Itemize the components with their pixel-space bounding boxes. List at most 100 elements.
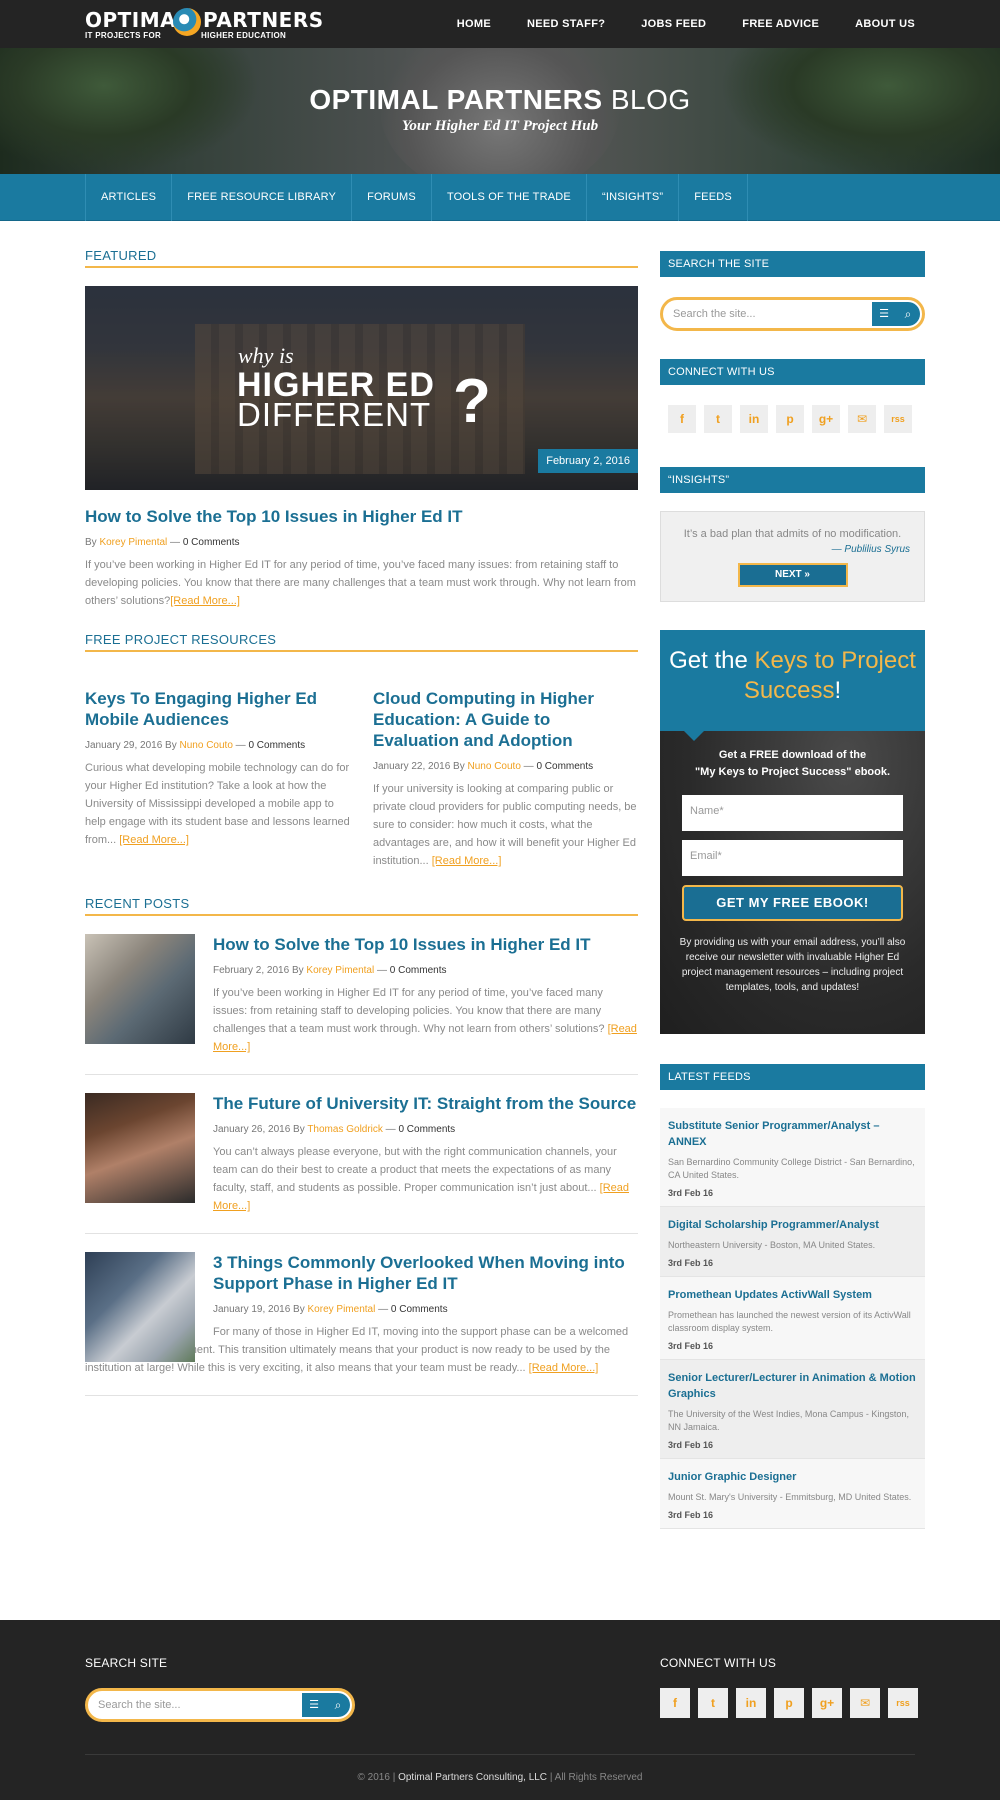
subnav-insights[interactable]: “INSIGHTS” bbox=[587, 174, 680, 221]
recent-post-thumbnail[interactable] bbox=[85, 1093, 195, 1203]
pinterest-icon[interactable]: p bbox=[776, 405, 804, 433]
post-author-link[interactable]: Korey Pimental bbox=[99, 537, 167, 548]
post-author-link[interactable]: Korey Pimental bbox=[308, 1304, 376, 1315]
featured-post-meta: By Korey Pimental — 0 Comments bbox=[85, 537, 638, 548]
meta-date: February 2, 2016 bbox=[213, 965, 290, 976]
recent-post: 3 Things Commonly Overlooked When Moving… bbox=[85, 1252, 638, 1396]
post-comments-link[interactable]: 0 Comments bbox=[248, 740, 305, 751]
read-more-link[interactable]: [Read More...] bbox=[170, 595, 240, 607]
resource-title[interactable]: Cloud Computing in Higher Education: A G… bbox=[373, 688, 638, 751]
resource-meta: January 29, 2016 By Nuno Couto — 0 Comme… bbox=[85, 740, 350, 751]
blog-tagline: Your Higher Ed IT Project Hub bbox=[401, 118, 599, 134]
search-icon[interactable]: ⌕ bbox=[896, 302, 920, 326]
featured-image-question-mark: ? bbox=[453, 367, 491, 436]
rss-icon[interactable]: rss bbox=[884, 405, 912, 433]
meta-date: January 22, 2016 bbox=[373, 761, 451, 772]
company-link[interactable]: Optimal Partners Consulting, LLC bbox=[398, 1772, 547, 1783]
search-icon[interactable]: ⌕ bbox=[326, 1693, 350, 1717]
sidebar-search-input[interactable]: Search the site... ☰ ⌕ bbox=[660, 297, 925, 331]
email-icon[interactable]: ✉ bbox=[848, 405, 876, 433]
logo-sub-2: HIGHER EDUCATION bbox=[201, 31, 287, 40]
post-comments-link[interactable]: 0 Comments bbox=[398, 1124, 455, 1135]
blog-title: OPTIMAL PARTNERS BLOG bbox=[0, 84, 1000, 116]
recent-post-title[interactable]: The Future of University IT: Straight fr… bbox=[213, 1093, 638, 1114]
recent-post-thumbnail[interactable] bbox=[85, 1252, 195, 1362]
facebook-icon[interactable]: f bbox=[668, 405, 696, 433]
recent-post-meta: January 26, 2016 By Thomas Goldrick — 0 … bbox=[213, 1124, 638, 1135]
google-plus-icon[interactable]: g+ bbox=[812, 405, 840, 433]
logo-sub-1: IT PROJECTS FOR bbox=[85, 31, 162, 40]
latest-feeds-heading: LATEST FEEDS bbox=[660, 1064, 925, 1090]
nav-home[interactable]: HOME bbox=[457, 0, 491, 48]
footer-divider bbox=[85, 1754, 915, 1755]
featured-image-text-3: DIFFERENT bbox=[237, 396, 432, 433]
nav-jobs-feed[interactable]: JOBS FEED bbox=[641, 0, 706, 48]
feed-item-title[interactable]: Substitute Senior Programmer/Analyst – A… bbox=[668, 1118, 917, 1150]
email-icon[interactable]: ✉ bbox=[850, 1688, 880, 1718]
main-nav: HOME NEED STAFF? JOBS FEED FREE ADVICE A… bbox=[421, 0, 915, 48]
meta-date: January 26, 2016 bbox=[213, 1124, 291, 1135]
feed-item-date: 3rd Feb 16 bbox=[668, 1510, 714, 1520]
linkedin-icon[interactable]: in bbox=[736, 1688, 766, 1718]
post-comments-link[interactable]: 0 Comments bbox=[391, 1304, 448, 1315]
promo-name-input[interactable]: Name* bbox=[682, 795, 903, 831]
subnav-forums[interactable]: FORUMS bbox=[352, 174, 432, 221]
read-more-link[interactable]: [Read More...] bbox=[119, 834, 189, 846]
read-more-link[interactable]: [Read More...] bbox=[529, 1362, 599, 1374]
promo-text-line-2: "My Keys to Project Success" ebook. bbox=[694, 766, 891, 778]
feed-item-title[interactable]: Senior Lecturer/Lecturer in Animation & … bbox=[668, 1370, 917, 1402]
get-ebook-button[interactable]: GET MY FREE EBOOK! bbox=[682, 885, 903, 921]
resources-grid: Keys To Engaging Higher Ed Mobile Audien… bbox=[85, 688, 638, 870]
pinterest-icon[interactable]: p bbox=[774, 1688, 804, 1718]
post-author-link[interactable]: Thomas Goldrick bbox=[307, 1124, 383, 1135]
featured-post-title[interactable]: How to Solve the Top 10 Issues in Higher… bbox=[85, 506, 638, 527]
meta-sep: — bbox=[167, 537, 183, 548]
post-author-link[interactable]: Nuno Couto bbox=[468, 761, 521, 772]
linkedin-icon[interactable]: in bbox=[740, 405, 768, 433]
featured-image[interactable]: why is HIGHER ED DIFFERENT ? February 2,… bbox=[85, 286, 638, 490]
google-plus-icon[interactable]: g+ bbox=[812, 1688, 842, 1718]
insight-quote: It’s a bad plan that admits of no modifi… bbox=[683, 528, 902, 540]
resource-title[interactable]: Keys To Engaging Higher Ed Mobile Audien… bbox=[85, 688, 350, 730]
twitter-icon[interactable]: t bbox=[698, 1688, 728, 1718]
sidebar-social-icons: f t in p g+ ✉ rss bbox=[660, 405, 925, 433]
search-options-icon[interactable]: ☰ bbox=[302, 1693, 326, 1717]
footer-search-heading: SEARCH SITE bbox=[85, 1656, 168, 1670]
post-comments-link[interactable]: 0 Comments bbox=[390, 965, 447, 976]
promo-email-input[interactable]: Email* bbox=[682, 840, 903, 876]
nav-need-staff[interactable]: NEED STAFF? bbox=[527, 0, 605, 48]
feed-item-title[interactable]: Promethean Updates ActivWall System bbox=[668, 1287, 917, 1303]
featured-post-excerpt: If you’ve been working in Higher Ed IT f… bbox=[85, 556, 638, 610]
resource-excerpt: Curious what developing mobile technolog… bbox=[85, 759, 350, 849]
nav-about-us[interactable]: ABOUT US bbox=[855, 0, 915, 48]
next-quote-button[interactable]: NEXT » bbox=[737, 563, 848, 587]
subnav-feeds[interactable]: FEEDS bbox=[679, 174, 748, 221]
subnav-articles[interactable]: ARTICLES bbox=[86, 174, 173, 221]
post-comments-link[interactable]: 0 Comments bbox=[183, 537, 240, 548]
logo-mark-icon bbox=[173, 8, 201, 36]
post-author-link[interactable]: Nuno Couto bbox=[180, 740, 233, 751]
twitter-icon[interactable]: t bbox=[704, 405, 732, 433]
site-logo[interactable]: OPTIMAL PARTNERS IT PROJECTS FOR HIGHER … bbox=[85, 6, 323, 42]
feed-item-desc: San Bernardino Community College Distric… bbox=[668, 1157, 915, 1180]
promo-text-line-1: Get a FREE download of the bbox=[718, 749, 867, 761]
recent-posts-heading: RECENT POSTS bbox=[85, 896, 638, 916]
resource-card: Keys To Engaging Higher Ed Mobile Audien… bbox=[85, 688, 350, 870]
nav-free-advice[interactable]: FREE ADVICE bbox=[742, 0, 819, 48]
feed-item-title[interactable]: Digital Scholarship Programmer/Analyst bbox=[668, 1217, 917, 1233]
facebook-icon[interactable]: f bbox=[660, 1688, 690, 1718]
featured-date-badge: February 2, 2016 bbox=[538, 449, 638, 473]
search-options-icon[interactable]: ☰ bbox=[872, 302, 896, 326]
footer-search-input[interactable]: Search the site... ☰ ⌕ bbox=[85, 1688, 355, 1722]
read-more-link[interactable]: [Read More...] bbox=[432, 855, 502, 867]
subnav-tools-of-the-trade[interactable]: TOOLS OF THE TRADE bbox=[432, 174, 587, 221]
rss-icon[interactable]: rss bbox=[888, 1688, 918, 1718]
recent-post-title[interactable]: 3 Things Commonly Overlooked When Moving… bbox=[213, 1252, 638, 1294]
recent-post-title[interactable]: How to Solve the Top 10 Issues in Higher… bbox=[213, 934, 638, 955]
subnav-free-resource-library[interactable]: FREE RESOURCE LIBRARY bbox=[172, 174, 353, 221]
post-comments-link[interactable]: 0 Comments bbox=[536, 761, 593, 772]
post-author-link[interactable]: Korey Pimental bbox=[306, 965, 374, 976]
recent-post-excerpt: You can’t always please everyone, but wi… bbox=[213, 1143, 638, 1215]
feed-item-title[interactable]: Junior Graphic Designer bbox=[668, 1469, 917, 1485]
recent-post-thumbnail[interactable] bbox=[85, 934, 195, 1044]
